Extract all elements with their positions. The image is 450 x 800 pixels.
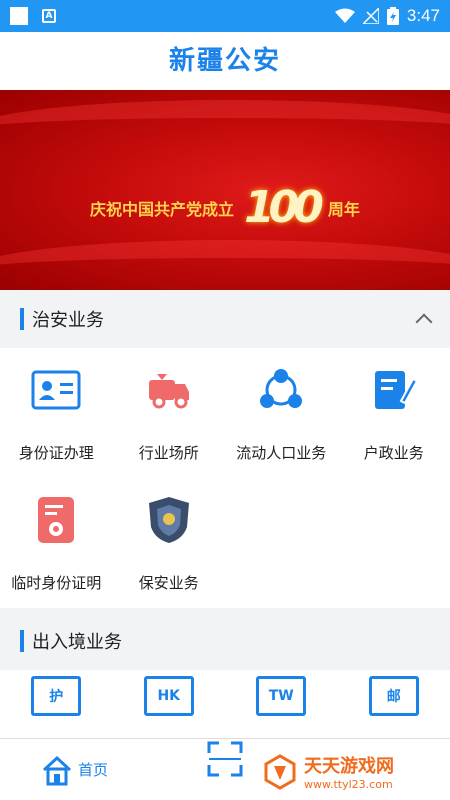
wifi-icon — [334, 8, 355, 23]
service-hk[interactable]: HK — [113, 670, 226, 738]
service-label: 临时身份证明 — [11, 574, 102, 592]
app-header: 新疆公安 — [0, 32, 450, 90]
battery-icon — [386, 7, 399, 25]
service-label: 身份证办理 — [18, 444, 94, 462]
notification-icon — [10, 7, 28, 25]
service-tw[interactable]: TW — [225, 670, 338, 738]
passport-icon: 护 — [31, 676, 82, 716]
exit-entry-section-title: 出入境业务 — [32, 632, 122, 653]
security-section: 治安业务 身份证办理 行业场所 流动人口业务 户政业务 临时身份证明 保安业务 — [0, 290, 450, 608]
banner-right-text: 周年 — [327, 199, 360, 219]
no-signal-icon — [362, 8, 379, 24]
exit-entry-section-header[interactable]: 出入境业务 — [0, 612, 450, 670]
banner[interactable]: 庆祝中国共产党成立 100 周年 — [0, 90, 450, 290]
hk-pass-icon: HK — [143, 676, 194, 716]
service-id-card[interactable]: 身份证办理 — [0, 348, 113, 478]
service-mail[interactable]: 邮 — [338, 670, 450, 738]
certificate-icon — [28, 492, 84, 548]
security-section-header[interactable]: 治安业务 — [0, 290, 450, 348]
tw-pass-icon: TW — [256, 676, 307, 716]
service-security-guard[interactable]: 保安业务 — [113, 478, 226, 608]
section-accent — [20, 308, 24, 330]
banner-number: 100 — [244, 182, 324, 233]
service-label: 保安业务 — [138, 574, 199, 592]
watermark-url: www.ttyl23.com — [304, 778, 393, 791]
status-bar: A 3:47 — [0, 0, 450, 32]
watermark-logo-icon — [264, 753, 296, 790]
truck-icon — [141, 362, 197, 418]
service-temp-id[interactable]: 临时身份证明 — [0, 478, 113, 608]
nav-home[interactable]: 首页 — [40, 754, 108, 786]
section-accent — [20, 630, 24, 652]
service-household[interactable]: 户政业务 — [338, 348, 450, 478]
id-card-icon — [28, 362, 84, 418]
scan-icon — [207, 741, 243, 777]
watermark-name: 天天游戏网 — [304, 756, 394, 777]
banner-slogan: 庆祝中国共产党成立 100 周年 — [0, 182, 450, 233]
service-label: 户政业务 — [363, 444, 424, 462]
service-label: 流动人口业务 — [236, 444, 327, 462]
share-nodes-icon — [253, 362, 309, 418]
security-badge-icon — [141, 492, 197, 548]
banner-decoration — [0, 100, 450, 160]
chevron-up-icon[interactable] — [415, 313, 433, 331]
banner-left-text: 庆祝中国共产党成立 — [90, 199, 235, 219]
nav-scan[interactable] — [205, 739, 245, 783]
service-passport[interactable]: 护 — [0, 670, 113, 738]
service-industry-venue[interactable]: 行业场所 — [113, 348, 226, 478]
security-section-title: 治安业务 — [32, 310, 104, 331]
status-time: 3:47 — [406, 6, 440, 25]
security-grid: 身份证办理 行业场所 流动人口业务 户政业务 临时身份证明 保安业务 — [0, 348, 450, 608]
home-icon — [42, 755, 72, 785]
nav-home-label: 首页 — [78, 761, 109, 779]
notebook-pen-icon — [366, 362, 422, 418]
watermark: 天天游戏网 www.ttyl23.com — [262, 752, 394, 791]
service-label: 行业场所 — [138, 444, 199, 462]
exit-entry-grid: 护 HK TW 邮 — [0, 670, 450, 738]
banner-decoration — [0, 240, 450, 290]
mail-icon: 邮 — [368, 676, 419, 716]
exit-entry-section: 出入境业务 护 HK TW 邮 — [0, 612, 450, 738]
service-floating-population[interactable]: 流动人口业务 — [225, 348, 338, 478]
app-title: 新疆公安 — [168, 46, 281, 76]
app-notification-icon: A — [42, 9, 56, 23]
